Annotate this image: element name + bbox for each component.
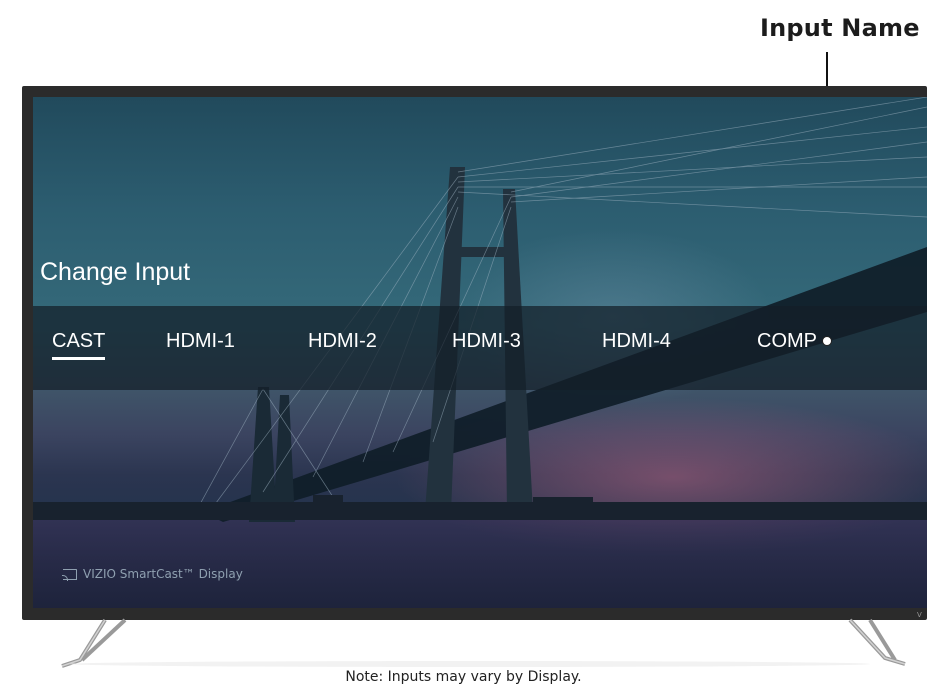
input-option-hdmi-4[interactable]: HDMI-4 <box>602 330 671 353</box>
input-option-hdmi-2[interactable]: HDMI-2 <box>308 330 377 353</box>
input-option-label: HDMI-3 <box>452 330 521 352</box>
callout-pointer-dot <box>822 336 832 346</box>
tv-stand <box>61 618 906 668</box>
input-name-callout-label: Input Name <box>760 14 920 42</box>
input-option-comp[interactable]: COMP <box>757 330 817 353</box>
input-option-hdmi-1[interactable]: HDMI-1 <box>166 330 235 353</box>
smartcast-label-text: VIZIO SmartCast™ Display <box>83 567 243 581</box>
input-option-label: COMP <box>757 330 817 352</box>
cast-icon <box>62 569 77 581</box>
input-option-label: CAST <box>52 330 106 352</box>
input-option-label: HDMI-2 <box>308 330 377 352</box>
change-input-title: Change Input <box>40 258 191 286</box>
smartcast-display-label: VIZIO SmartCast™ Display <box>62 567 243 581</box>
input-option-hdmi-3[interactable]: HDMI-3 <box>452 330 521 353</box>
selected-underline <box>52 357 106 360</box>
footnote: Note: Inputs may vary by Display. <box>345 669 582 685</box>
input-selection-bar: CAST HDMI-1 HDMI-2 HDMI-3 HDMI-4 COMP <box>33 306 927 390</box>
input-option-label: HDMI-4 <box>602 330 671 352</box>
input-option-label: HDMI-1 <box>166 330 235 352</box>
input-option-cast[interactable]: CAST <box>52 330 106 360</box>
